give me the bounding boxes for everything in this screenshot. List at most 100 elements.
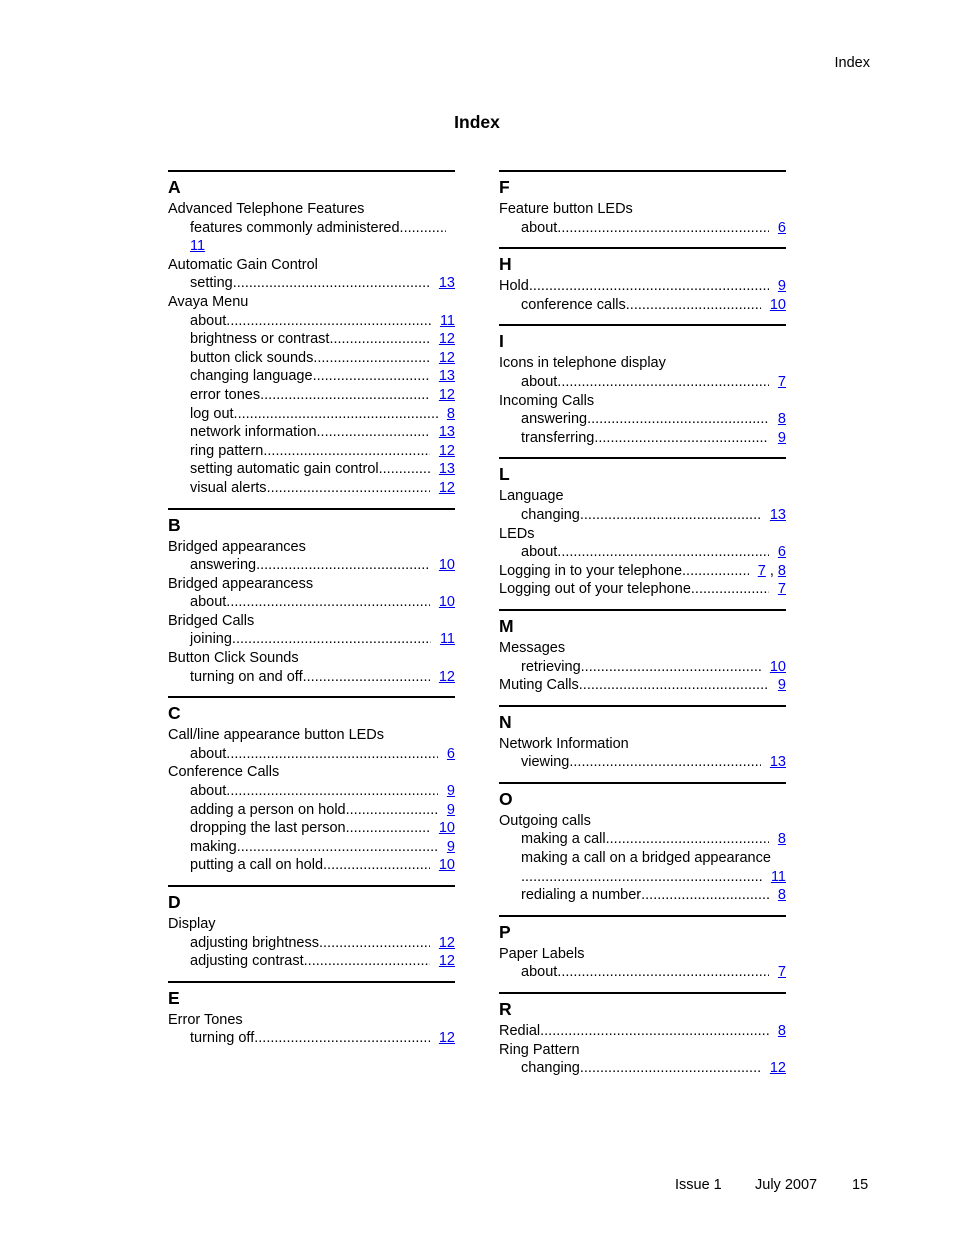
- entry-text: answering: [190, 557, 257, 574]
- page-link[interactable]: 11: [440, 313, 455, 329]
- index-section-e: E Error Tones turning off 12: [168, 980, 455, 1048]
- page-refs: 12: [439, 934, 455, 953]
- index-subentry: about 6: [499, 543, 786, 562]
- page-link[interactable]: 12: [439, 669, 455, 685]
- page-link[interactable]: 8: [778, 831, 786, 847]
- index-entry-group: Languagechanging 13: [499, 487, 786, 524]
- dot-leader: [254, 1029, 430, 1048]
- index-entry-group: Automatic Gain Control setting 13: [168, 256, 455, 293]
- page-refs: 8: [447, 405, 455, 424]
- index-section-a: A Advanced Telephone Features features com…: [168, 170, 455, 498]
- dot-leader: [400, 219, 446, 238]
- page-refs: 6: [447, 745, 455, 764]
- page-separator: ,: [765, 562, 778, 579]
- index-entry: Conference Calls: [168, 764, 280, 781]
- dot-leader: [317, 423, 430, 442]
- index-entry-group: Ring Pattern changing 12: [499, 1041, 786, 1078]
- page-link[interactable]: 10: [439, 857, 455, 873]
- index-entry: Icons in telephone display: [499, 355, 666, 372]
- page-link[interactable]: 10: [439, 594, 455, 610]
- entry-text: setting: [190, 275, 233, 292]
- section-letter: I: [499, 331, 504, 352]
- page-link[interactable]: 8: [778, 1023, 786, 1039]
- page-link[interactable]: 12: [439, 935, 455, 951]
- page-link[interactable]: 7: [758, 563, 766, 579]
- section-letter: E: [168, 987, 180, 1008]
- entry-text: about: [521, 373, 558, 390]
- page-link[interactable]: 9: [778, 278, 786, 294]
- page-link[interactable]: 13: [439, 424, 455, 440]
- page-link[interactable]: 9: [778, 677, 786, 693]
- page-link[interactable]: 12: [439, 1030, 455, 1046]
- page-link[interactable]: 9: [778, 430, 786, 446]
- page-link[interactable]: 8: [447, 406, 455, 422]
- index-section-d: DDisplayadjusting brightness12adjusting …: [168, 885, 455, 971]
- index-subentry: adding a person on hold 9: [168, 801, 455, 820]
- page-link[interactable]: 13: [439, 368, 455, 384]
- page-link[interactable]: 12: [439, 350, 455, 366]
- dot-leader: [581, 658, 761, 677]
- page-link[interactable]: 12: [770, 1060, 786, 1076]
- dot-leader: [579, 676, 769, 695]
- page-link[interactable]: 13: [439, 461, 455, 477]
- index-entry: Automatic Gain Control: [168, 256, 318, 273]
- section-letter: H: [499, 254, 512, 275]
- page-link[interactable]: 7: [778, 581, 786, 597]
- index-section-f: F Feature button LEDs about 6: [499, 170, 786, 237]
- page-link[interactable]: 6: [447, 746, 455, 762]
- page-refs: 9: [778, 676, 786, 695]
- page-link[interactable]: 8: [778, 411, 786, 427]
- page-link[interactable]: 9: [447, 802, 455, 818]
- index-entry-group: Advanced Telephone Features features comm…: [168, 200, 455, 256]
- page-link[interactable]: 12: [439, 953, 455, 969]
- page-link[interactable]: 11: [771, 869, 786, 885]
- page-link[interactable]: 10: [770, 297, 786, 313]
- page-link[interactable]: 12: [439, 480, 455, 496]
- dot-leader: [267, 479, 430, 498]
- index-entry-group: Muting Calls 9: [499, 676, 786, 695]
- index-section-r: R Redial 8 Ring Pattern changing 12: [499, 992, 786, 1078]
- page-link[interactable]: 7: [778, 374, 786, 390]
- page-refs: 10: [770, 658, 786, 677]
- page-link[interactable]: 8: [778, 563, 786, 579]
- page-refs: 8: [778, 1022, 786, 1041]
- page-link[interactable]: 6: [778, 544, 786, 560]
- index-section-c: CCall/line appearance button LEDsabout6C…: [168, 696, 455, 875]
- index-entry: Logging out of your telephone 7: [499, 580, 786, 599]
- index-entry: Advanced Telephone Features: [168, 201, 365, 217]
- index-subentry: retrieving 10: [499, 658, 786, 677]
- index-subentry: adjusting contrast 12: [168, 952, 455, 971]
- index-entry-group: LEDs about 6: [499, 525, 786, 562]
- page-link[interactable]: 10: [439, 820, 455, 836]
- page-link[interactable]: 11: [440, 631, 455, 647]
- page-link[interactable]: 12: [439, 387, 455, 403]
- page-link[interactable]: 11: [190, 238, 205, 254]
- page-link[interactable]: 13: [770, 754, 786, 770]
- page-refs: 10: [439, 856, 455, 875]
- page-link[interactable]: 6: [778, 220, 786, 236]
- index-subentry: setting automatic gain control 13: [168, 460, 455, 479]
- index-entry-group: Logging out of your telephone 7: [499, 580, 786, 599]
- page-refs: 13: [770, 506, 786, 525]
- page-link[interactable]: 13: [439, 275, 455, 291]
- page-refs: 12: [770, 1059, 786, 1078]
- index-subentry: redialing a number 8: [499, 886, 786, 905]
- entry-text: adjusting contrast: [190, 953, 304, 970]
- entry-text: adjusting brightness: [190, 934, 319, 951]
- page-link[interactable]: 10: [770, 659, 786, 675]
- dot-leader: [323, 856, 430, 875]
- page-link[interactable]: 8: [778, 887, 786, 903]
- entry-text: about: [521, 219, 558, 236]
- page-link[interactable]: 12: [439, 331, 455, 347]
- page-link[interactable]: 7: [778, 964, 786, 980]
- page-link[interactable]: 13: [770, 507, 786, 523]
- page-link[interactable]: 9: [447, 783, 455, 799]
- page-link[interactable]: 10: [439, 557, 455, 573]
- dot-leader: [587, 410, 769, 429]
- page-link[interactable]: 12: [439, 443, 455, 459]
- section-letter: A: [168, 177, 181, 197]
- index-section-b: BBridged appearancesanswering10Bridged a…: [168, 507, 455, 687]
- index-subentry: features commonly administered: [168, 219, 455, 238]
- page-refs: 6: [778, 219, 786, 238]
- page-link[interactable]: 9: [447, 839, 455, 855]
